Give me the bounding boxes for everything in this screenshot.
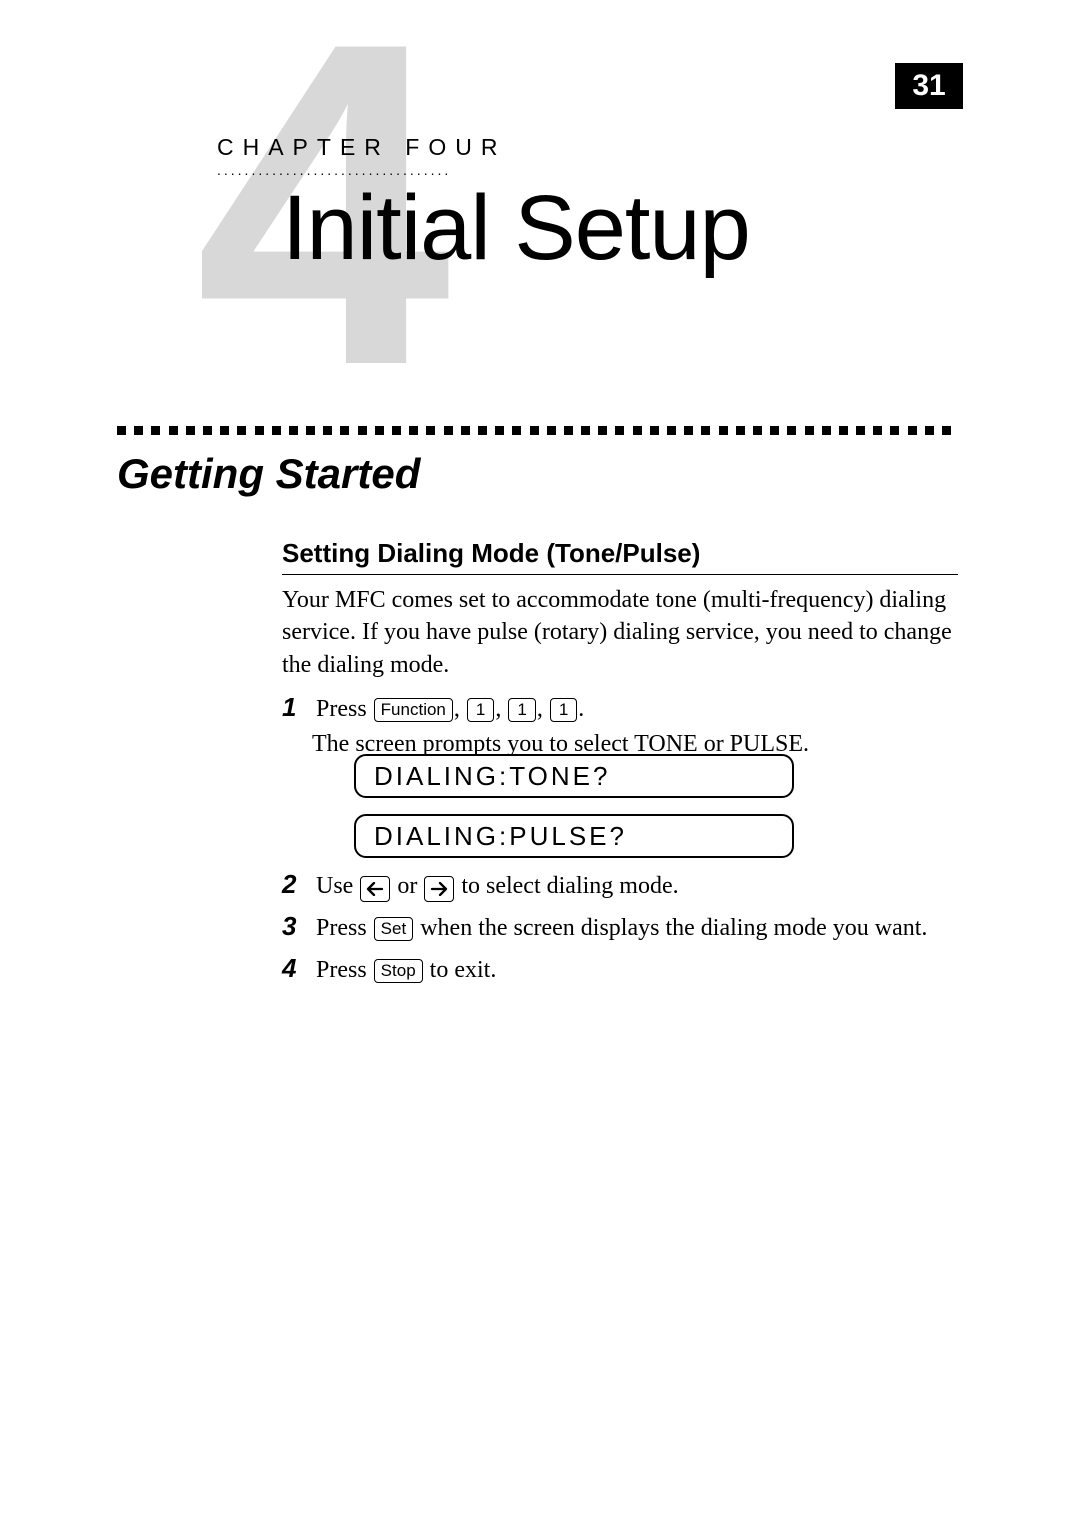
- lcd-display-group: DIALING:TONE? DIALING:PULSE?: [354, 754, 794, 874]
- step-number: 2: [282, 866, 310, 904]
- step-3: 3 Press Set when the screen displays the…: [282, 908, 958, 946]
- subsection-intro: Your MFC comes set to accommodate tone (…: [282, 584, 958, 681]
- section-title: Getting Started: [117, 450, 420, 498]
- chapter-label: CHAPTER FOUR: [217, 134, 506, 161]
- step-text: or: [391, 873, 423, 899]
- key-1: 1: [550, 698, 577, 722]
- lcd-display-2: DIALING:PULSE?: [354, 814, 794, 858]
- right-arrow-icon: [424, 876, 454, 902]
- key-1: 1: [467, 698, 494, 722]
- step-4: 4 Press Stop to exit.: [282, 950, 958, 988]
- lcd-display-1: DIALING:TONE?: [354, 754, 794, 798]
- step-text: to exit.: [424, 957, 497, 983]
- page-number-badge: 31: [895, 63, 963, 109]
- key-set: Set: [374, 917, 414, 941]
- key-stop: Stop: [374, 959, 423, 983]
- period: .: [578, 696, 584, 722]
- page: 31 4 CHAPTER FOUR ......................…: [0, 0, 1080, 1519]
- step-number: 1: [282, 689, 310, 727]
- step-text: when the screen displays the dialing mod…: [414, 915, 927, 941]
- step-text: Use: [316, 873, 359, 899]
- step-text: to select dialing mode.: [455, 873, 678, 899]
- step-1: 1 Press Function, 1, 1, 1. The screen pr…: [282, 689, 958, 762]
- step-number: 3: [282, 908, 310, 946]
- chapter-title: Initial Setup: [282, 176, 750, 281]
- key-function: Function: [374, 698, 453, 722]
- subsection-underline: [282, 574, 958, 575]
- subsection-title: Setting Dialing Mode (Tone/Pulse): [282, 538, 700, 569]
- left-arrow-icon: [360, 876, 390, 902]
- key-1: 1: [508, 698, 535, 722]
- step-text: Press: [316, 915, 373, 941]
- step-2: 2 Use or to select dialing mode.: [282, 866, 958, 904]
- section-divider-dots: [117, 426, 960, 441]
- page-number: 31: [912, 69, 945, 103]
- step-text: Press: [316, 957, 373, 983]
- step-number: 4: [282, 950, 310, 988]
- step-text: Press: [316, 696, 373, 722]
- steps-list-cont: 2 Use or to select dialing mode. 3 Press…: [282, 866, 958, 991]
